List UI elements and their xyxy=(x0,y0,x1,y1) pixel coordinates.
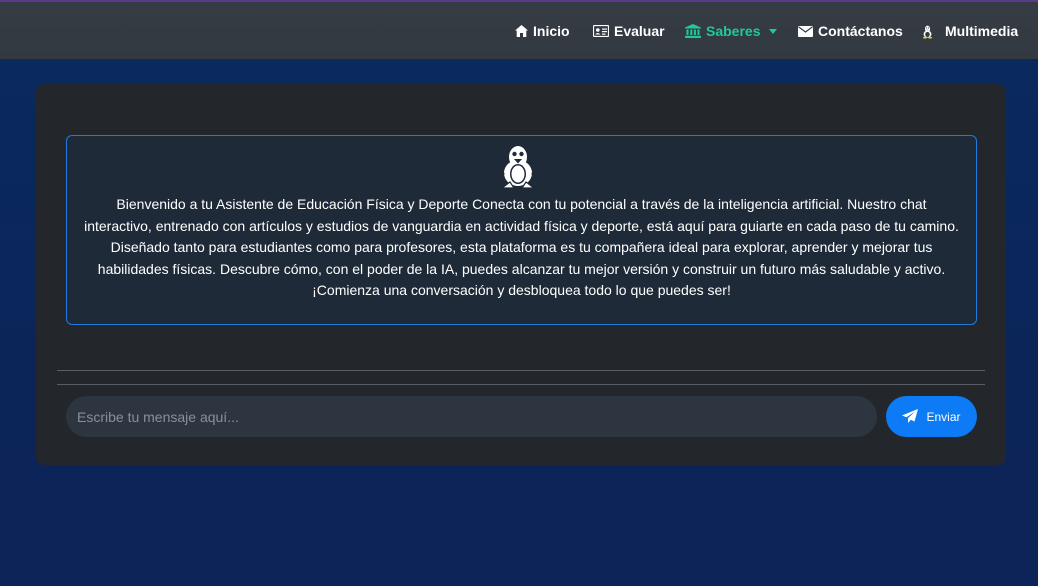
send-button-label: Enviar xyxy=(926,409,961,424)
nav-label: Multimedia xyxy=(945,23,1019,39)
nav-item-saberes[interactable]: Saberes xyxy=(685,21,778,41)
nav-item-evaluar[interactable]: Evaluar xyxy=(593,21,665,41)
welcome-message-box: Bienvenido a tu Asistente de Educación F… xyxy=(66,135,977,325)
nav-label: Evaluar xyxy=(614,23,665,39)
chat-card: Bienvenido a tu Asistente de Educación F… xyxy=(36,84,1006,465)
paper-plane-icon xyxy=(902,409,919,423)
nav-label: Saberes xyxy=(706,23,761,39)
send-button[interactable]: Enviar xyxy=(886,396,977,437)
chat-divider-bottom xyxy=(57,384,985,385)
linux-tux-icon xyxy=(922,25,933,39)
home-icon xyxy=(515,25,528,37)
nav-item-multimedia[interactable]: Multimedia xyxy=(921,21,1018,41)
welcome-text: Bienvenido a tu Asistente de Educación F… xyxy=(84,196,959,298)
chevron-down-icon xyxy=(769,28,778,34)
nav-item-contactanos[interactable]: Contáctanos xyxy=(798,21,903,41)
nav-label: Contáctanos xyxy=(818,23,903,39)
top-navbar: Inicio Evaluar Saberes Contáctanos Multi… xyxy=(0,2,1038,59)
id-card-icon xyxy=(593,25,609,37)
university-icon xyxy=(685,24,701,38)
nav-label: Inicio xyxy=(533,23,570,39)
nav-item-inicio[interactable]: Inicio xyxy=(515,21,570,41)
linux-tux-icon xyxy=(500,146,536,189)
envelope-icon xyxy=(798,25,813,37)
chat-divider-top xyxy=(57,370,985,371)
message-input-wrapper xyxy=(66,396,877,437)
message-input[interactable] xyxy=(66,396,877,437)
